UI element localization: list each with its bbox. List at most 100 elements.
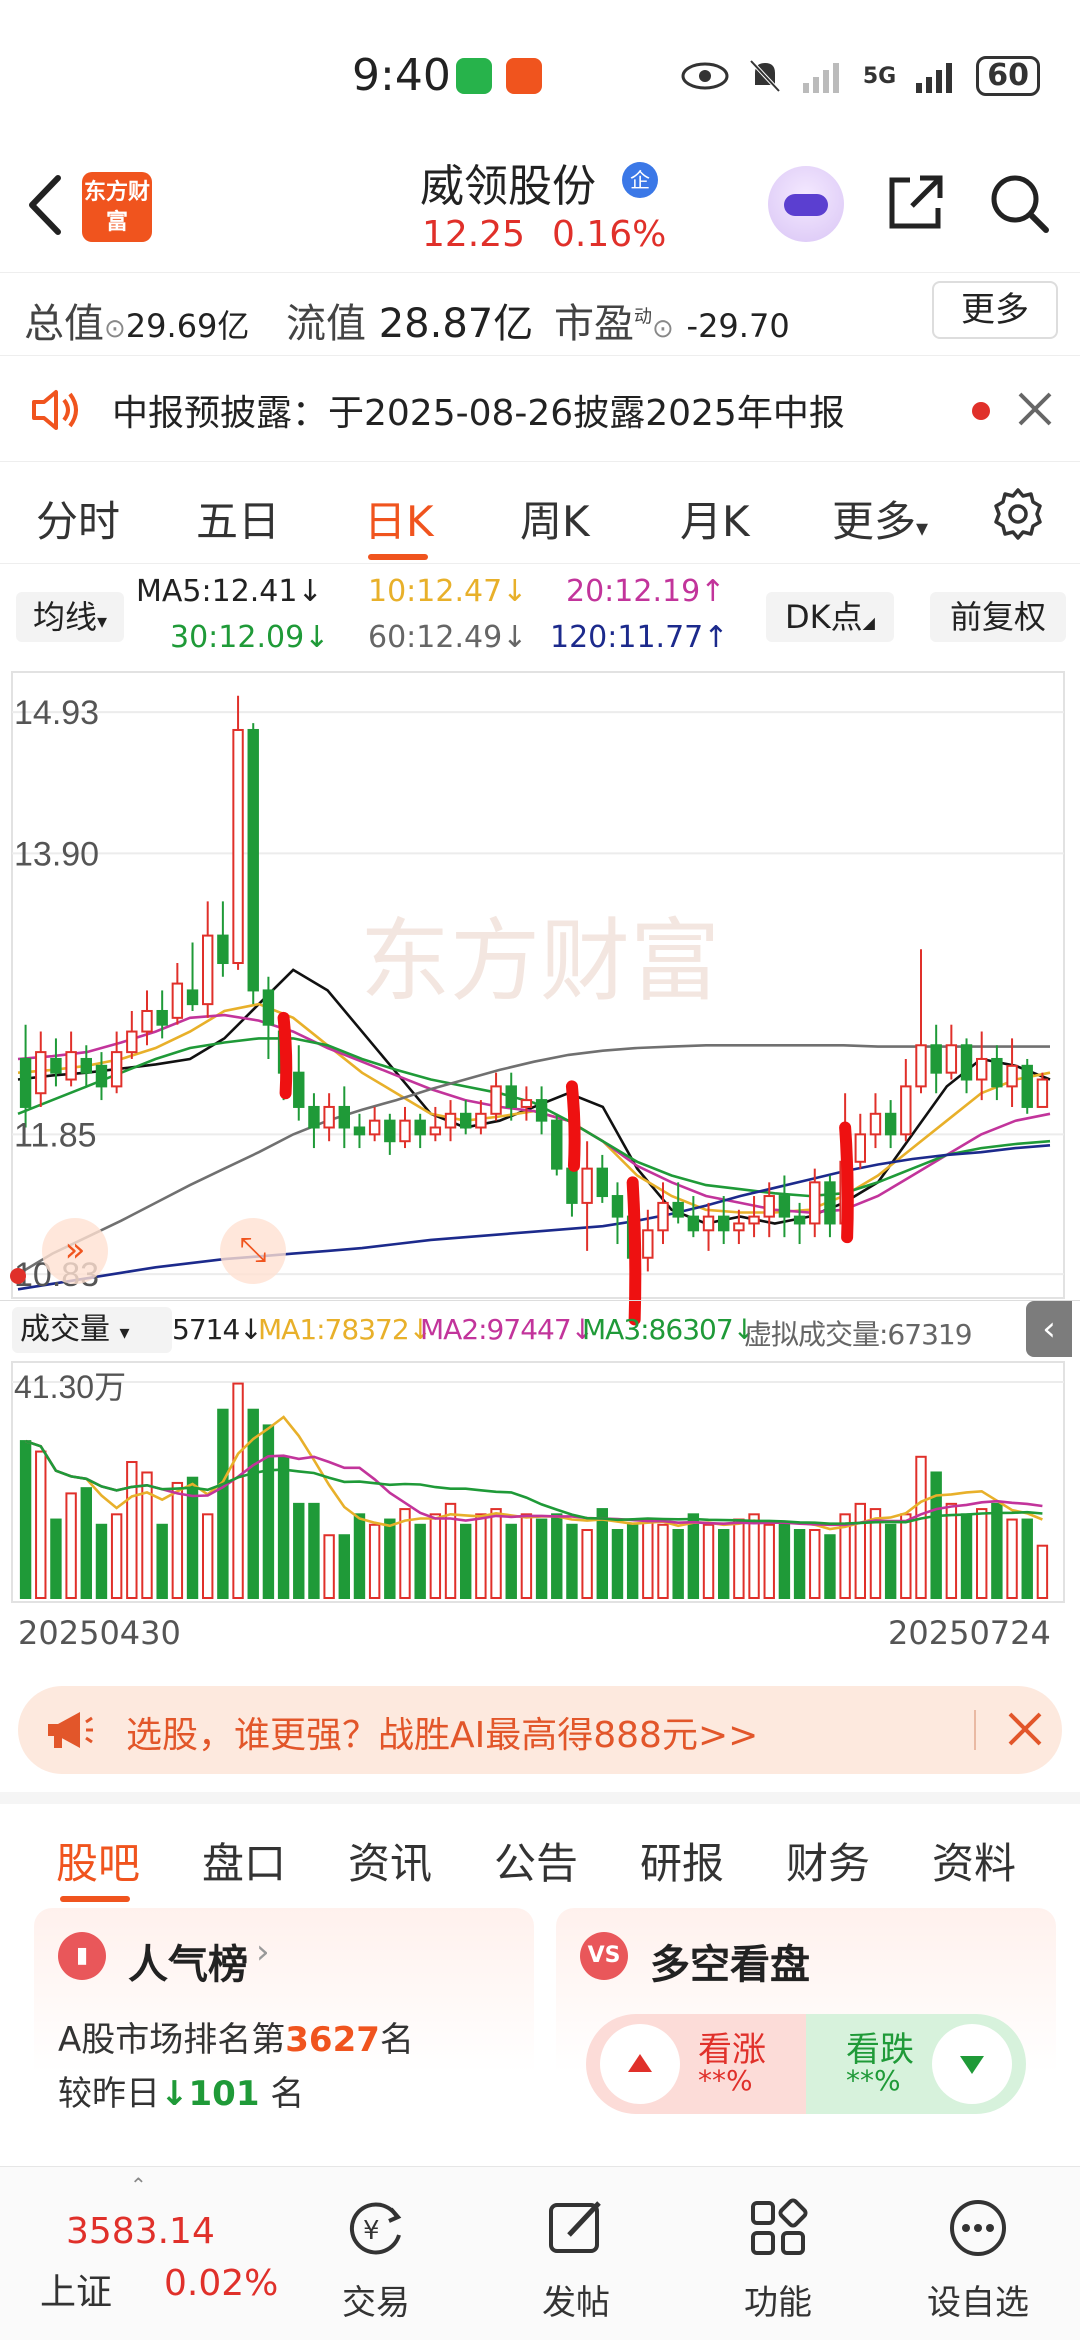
volume-bar <box>80 1487 92 1599</box>
tab-intraday[interactable]: 分时 <box>36 488 120 549</box>
app-logo[interactable]: 东方财富 <box>82 172 152 242</box>
market-cap: 总值⊙29.69亿 <box>24 301 250 347</box>
volume-bar <box>687 1513 700 1600</box>
volume-bar <box>945 1502 958 1599</box>
more-quote-button[interactable]: 更多 <box>932 281 1058 339</box>
tab-monthly-k[interactable]: 月K <box>680 488 750 549</box>
candle-down <box>535 1099 548 1122</box>
edit-icon <box>549 2201 601 2253</box>
tab-announcements[interactable]: 公告 <box>494 1830 578 1891</box>
candle-up <box>900 1085 912 1136</box>
candle-down <box>611 1195 624 1218</box>
status-icons: 5G 60 <box>681 56 1040 96</box>
tab-guba[interactable]: 股吧 <box>56 1830 140 1891</box>
active-tab-indicator <box>60 1896 130 1902</box>
bullish-pct: **% <box>698 2064 753 2097</box>
search-icon[interactable] <box>986 170 1052 236</box>
candle-down <box>308 1105 320 1129</box>
adjust-button[interactable]: 前复权 <box>930 592 1066 642</box>
gear-icon[interactable] <box>990 486 1046 542</box>
volume-bar <box>915 1455 927 1600</box>
popularity-card[interactable]: ▮ 人气榜 › A股市场排名第3627名 较昨日↓101 名 <box>34 1908 534 2144</box>
vote-bullish-button[interactable]: 看涨 **% <box>586 2014 806 2114</box>
nav-watchlist[interactable]: 设自选 <box>908 2179 1048 2329</box>
close-icon[interactable] <box>1002 1706 1048 1752</box>
tab-weekly-k[interactable]: 周K <box>520 488 590 549</box>
candle-up <box>642 1229 654 1259</box>
kline-chart[interactable]: 东方财富 14.9313.9011.8510.83 41.30万 <box>0 662 1080 1622</box>
vote-bearish-button[interactable]: 看跌 **% <box>806 2014 1026 2114</box>
tab-profile[interactable]: 资料 <box>932 1830 1016 1891</box>
ai-assistant-icon[interactable] <box>768 166 844 242</box>
volume-bar <box>611 1529 624 1600</box>
volume-bar <box>642 1518 654 1599</box>
index-change-pct: 0.02% <box>164 2263 279 2304</box>
volume-bars <box>19 1382 1049 1600</box>
stock-change-pct: 0.16% <box>552 214 667 255</box>
bearish-pct: **% <box>846 2064 901 2097</box>
volume-bar <box>232 1382 244 1600</box>
share-icon[interactable] <box>882 170 948 236</box>
ma-legend: 均线▾ MA5:12.41↓ 10:12.47↓ 20:12.19↑ 30:12… <box>0 566 1080 662</box>
candle-up <box>915 1044 927 1088</box>
candle-up <box>429 1126 442 1136</box>
volume-bar <box>490 1508 502 1600</box>
volume-bar <box>323 1534 335 1599</box>
ma-selector-button[interactable]: 均线▾ <box>16 592 124 642</box>
yuan-cycle-icon: ¥ <box>349 2202 402 2255</box>
scroll-forward-icon[interactable]: » <box>42 1218 108 1284</box>
candle-up <box>854 1133 866 1163</box>
indicator-selector-button[interactable]: 成交量 ▾ <box>12 1307 172 1353</box>
tab-research[interactable]: 研报 <box>640 1830 724 1891</box>
index-quote[interactable]: 3583.14 上证 0.02% <box>0 2167 290 2340</box>
back-arrow-icon[interactable] <box>22 170 72 240</box>
triangle-up-icon <box>628 2054 652 2072</box>
mute-bell-icon <box>749 59 781 93</box>
chevron-left-icon[interactable]: ‹ <box>1026 1301 1072 1357</box>
volume-bar <box>596 1508 608 1600</box>
volume-bar <box>1006 1518 1018 1599</box>
active-tab-indicator <box>368 554 428 560</box>
nav-post[interactable]: 发帖 <box>506 2179 646 2329</box>
notice-bar[interactable]: 中报预披露：于2025-08-26披露2025年中报 <box>0 358 1080 462</box>
volume-bar <box>535 1518 548 1599</box>
tab-five-day[interactable]: 五日 <box>196 488 280 549</box>
status-time: 9:40 <box>352 50 451 101</box>
dk-point-button[interactable]: DK点◢ <box>766 592 894 642</box>
pe-ratio-value: -29.70 <box>686 307 790 345</box>
ma20-label: 20:12.19↑ <box>566 574 726 609</box>
volume-bar <box>793 1529 806 1600</box>
annotation-mark <box>277 1011 293 1100</box>
expand-icon[interactable]: ⤡ <box>220 1218 286 1284</box>
candle-down <box>778 1195 791 1218</box>
candle-up <box>520 1099 533 1108</box>
tab-daily-k[interactable]: 日K <box>364 488 434 549</box>
nav-function[interactable]: 功能 <box>708 2179 848 2329</box>
volume-bar <box>202 1513 214 1600</box>
candle-up <box>733 1222 745 1232</box>
volume-bar <box>551 1513 563 1600</box>
nav-trade[interactable]: ¥ 交易 <box>306 2179 446 2329</box>
close-icon[interactable] <box>1012 386 1058 432</box>
tab-order-book[interactable]: 盘口 <box>202 1830 286 1891</box>
tab-financials[interactable]: 财务 <box>786 1830 870 1891</box>
battery-icon: 60 <box>976 56 1040 96</box>
price-axis-labels: 14.9313.9011.8510.83 <box>14 694 99 1294</box>
volume-bar <box>976 1508 988 1600</box>
price-tick-label: 13.90 <box>14 835 99 873</box>
candle-down <box>460 1112 472 1129</box>
volume-bar <box>110 1513 123 1600</box>
volume-ma2: MA2:97447↓ <box>420 1313 594 1346</box>
promo-banner[interactable]: 选股，谁更强？战胜AI最高得888元>> <box>18 1686 1062 1774</box>
tab-more[interactable]: 更多▾ <box>832 488 928 549</box>
virtual-volume: 虚拟成交量:67319 <box>744 1318 973 1351</box>
volume-bar <box>353 1513 366 1600</box>
ma60-label: 60:12.49↓ <box>368 620 528 655</box>
candle-down <box>960 1044 973 1081</box>
rank-change-line: 较昨日↓101 名 <box>58 2074 305 2114</box>
volume-bar <box>50 1518 62 1599</box>
tab-news[interactable]: 资讯 <box>348 1830 432 1891</box>
volume-bar <box>475 1513 487 1600</box>
volume-bar <box>718 1529 730 1600</box>
volume-bar <box>338 1534 350 1599</box>
